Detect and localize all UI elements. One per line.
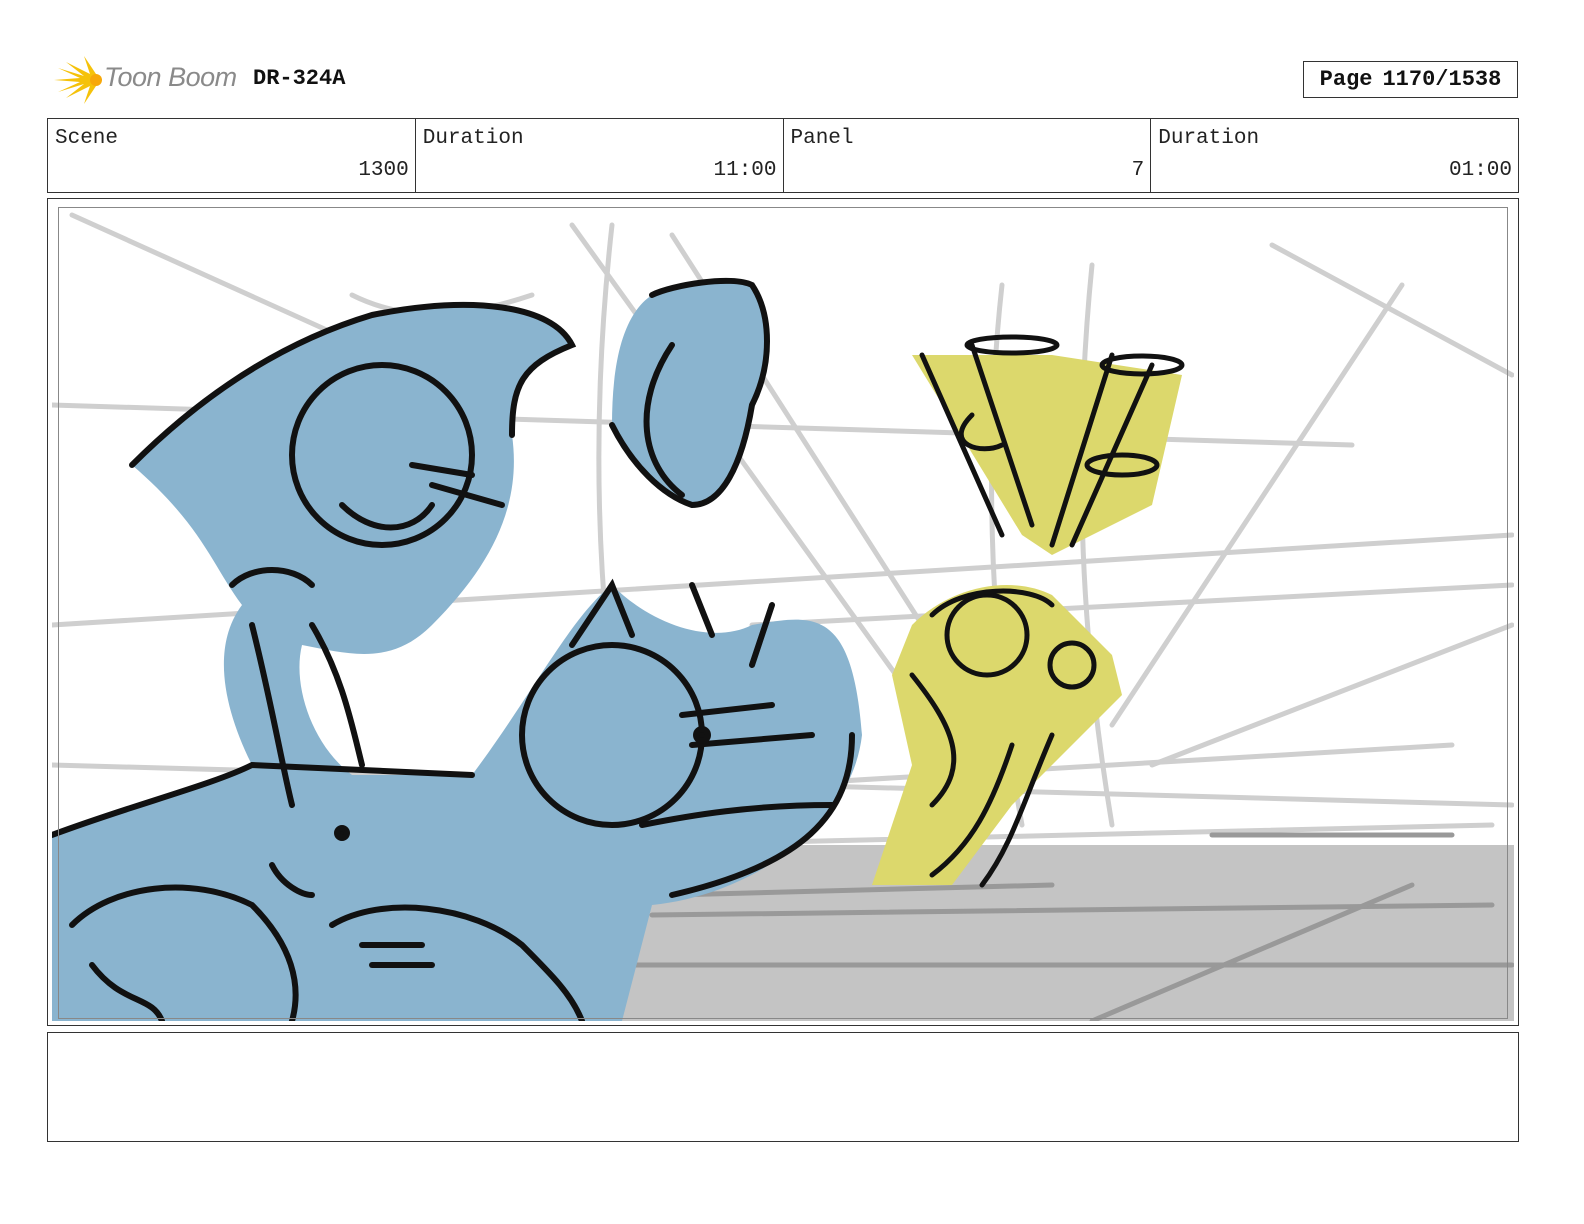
- scene-info-table: Scene 1300 Duration 11:00 Panel 7 Durati…: [47, 118, 1519, 193]
- scene-label: Scene: [55, 127, 119, 150]
- scene-value: 1300: [358, 159, 409, 182]
- panel-cell: Panel 7: [784, 119, 1152, 192]
- storyboard-panel: [47, 198, 1519, 1026]
- page-indicator: Page 1170/1538: [1303, 61, 1518, 98]
- page-value: 1170/1538: [1382, 67, 1502, 92]
- brand-name: Toon Boom: [104, 62, 237, 92]
- scene-duration-cell: Duration 11:00: [416, 119, 784, 192]
- scene-cell: Scene 1300: [48, 119, 416, 192]
- panel-duration-label: Duration: [1158, 127, 1260, 150]
- panel-duration-cell: Duration 01:00: [1151, 119, 1518, 192]
- project-code: DR-324A: [253, 66, 346, 91]
- burst-icon: [54, 56, 102, 104]
- panel-duration-value: 01:00: [1448, 159, 1512, 182]
- panel-notes: [47, 1032, 1519, 1142]
- yellow-character: [872, 334, 1185, 888]
- panel-value: 7: [1131, 159, 1145, 182]
- scene-duration-value: 11:00: [713, 159, 777, 182]
- panel-label: Panel: [790, 127, 854, 150]
- page-label: Page: [1319, 67, 1373, 92]
- panel-drawing: [52, 212, 1514, 1021]
- scene-duration-label: Duration: [422, 127, 524, 150]
